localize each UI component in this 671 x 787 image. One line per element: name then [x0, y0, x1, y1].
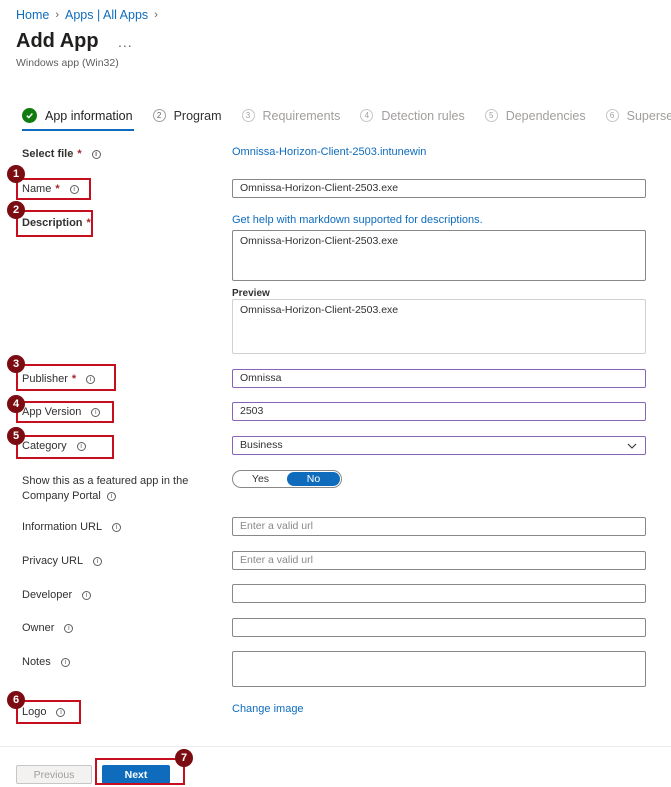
step-number-icon: 3: [241, 109, 255, 122]
label-text: Select file: [22, 148, 74, 160]
check-circle-icon: [22, 108, 37, 123]
app-version-input[interactable]: 2503: [232, 402, 646, 421]
step-badge-5: 5: [7, 427, 25, 445]
callout-box-name: [16, 178, 91, 200]
callout-box-logo: [16, 700, 81, 724]
tab-label: Supersed: [626, 108, 671, 123]
privacy-url-input[interactable]: Enter a valid url: [232, 551, 646, 570]
callout-box-category: [16, 435, 114, 459]
developer-input[interactable]: [232, 584, 646, 603]
breadcrumb-home-link[interactable]: Home: [16, 8, 49, 22]
info-icon[interactable]: i: [93, 556, 103, 566]
info-icon[interactable]: i: [60, 657, 70, 667]
preview-label: Preview: [232, 288, 270, 299]
select-file-label: Select file * i: [22, 148, 101, 160]
breadcrumb: Home › Apps | All Apps ›: [16, 8, 158, 22]
step-badge-6: 6: [7, 691, 25, 709]
more-options-button[interactable]: ...: [118, 34, 133, 50]
info-icon[interactable]: i: [64, 623, 74, 633]
step-number-icon: 6: [605, 109, 619, 122]
info-icon[interactable]: i: [82, 590, 92, 600]
tab-label: Program: [173, 108, 222, 123]
step-badge-2: 2: [7, 201, 25, 219]
label-text: Owner: [22, 622, 55, 634]
step-number-icon: 5: [484, 109, 498, 122]
page-subtitle: Windows app (Win32): [16, 57, 119, 69]
callout-box-description: [16, 210, 93, 237]
tab-label: App information: [45, 108, 133, 123]
info-icon[interactable]: i: [91, 149, 101, 159]
info-icon[interactable]: i: [106, 492, 116, 501]
notes-label: Notes i: [22, 656, 70, 668]
label-text: Company Portal: [22, 490, 101, 502]
owner-input[interactable]: [232, 618, 646, 637]
tab-label: Requirements: [262, 108, 341, 123]
breadcrumb-apps-link[interactable]: Apps | All Apps: [65, 8, 148, 22]
information-url-label: Information URL i: [22, 521, 122, 533]
description-textarea[interactable]: Omnissa-Horizon-Client-2503.exe: [232, 230, 646, 281]
tab-supersedence[interactable]: 6 Supersed: [605, 108, 671, 123]
callout-box-publisher: [16, 364, 116, 391]
active-tab-indicator: [22, 129, 134, 131]
footer-divider: [0, 746, 671, 747]
previous-button[interactable]: Previous: [16, 765, 92, 784]
chevron-right-icon: ›: [154, 9, 158, 21]
label-text: Privacy URL: [22, 555, 84, 567]
label-line-2: Company Portal i: [22, 489, 188, 504]
callout-box-next: [95, 758, 185, 785]
step-badge-4: 4: [7, 395, 25, 413]
privacy-url-label: Privacy URL i: [22, 555, 103, 567]
markdown-help-link[interactable]: Get help with markdown supported for des…: [232, 214, 483, 226]
tab-requirements[interactable]: 3 Requirements: [241, 108, 341, 123]
information-url-input[interactable]: Enter a valid url: [232, 517, 646, 536]
tab-detection-rules[interactable]: 4 Detection rules: [360, 108, 465, 123]
tab-dependencies[interactable]: 5 Dependencies: [484, 108, 586, 123]
label-text: Developer: [22, 589, 73, 601]
category-dropdown[interactable]: Business: [232, 436, 646, 455]
chevron-down-icon: [627, 443, 637, 449]
owner-label: Owner i: [22, 622, 74, 634]
developer-label: Developer i: [22, 589, 92, 601]
step-number-icon: 4: [360, 109, 374, 122]
chevron-right-icon: ›: [55, 9, 60, 21]
tab-label: Dependencies: [505, 108, 586, 123]
step-badge-1: 1: [7, 165, 25, 183]
step-badge-3: 3: [7, 355, 25, 373]
tab-app-information[interactable]: App information: [22, 108, 133, 123]
wizard-tabs: App information 2 Program 3 Requirements…: [22, 108, 671, 123]
name-input[interactable]: Omnissa-Horizon-Client-2503.exe: [232, 179, 646, 198]
page-title: Add App: [16, 30, 99, 52]
label-text: Information URL: [22, 521, 103, 533]
publisher-input[interactable]: Omnissa: [232, 369, 646, 388]
label-text: Show this as a featured app in the: [22, 475, 189, 487]
featured-yes-option[interactable]: Yes: [234, 472, 287, 486]
featured-no-option[interactable]: No: [287, 472, 340, 486]
info-icon[interactable]: i: [112, 522, 122, 532]
step-number-icon: 2: [152, 109, 166, 122]
featured-label: Show this as a featured app in the Compa…: [22, 474, 188, 504]
step-badge-7: 7: [175, 749, 193, 767]
selected-file-link[interactable]: Omnissa-Horizon-Client-2503.intunewin: [232, 146, 426, 158]
required-marker: *: [77, 148, 82, 160]
featured-toggle[interactable]: Yes No: [232, 470, 342, 488]
description-preview: Omnissa-Horizon-Client-2503.exe: [232, 299, 646, 354]
tab-program[interactable]: 2 Program: [152, 108, 222, 123]
notes-textarea[interactable]: [232, 651, 646, 687]
callout-box-app-version: [16, 401, 114, 423]
category-selected-value: Business: [240, 439, 283, 451]
change-image-link[interactable]: Change image: [232, 703, 304, 715]
tab-label: Detection rules: [381, 108, 465, 123]
label-text: Notes: [22, 656, 51, 668]
